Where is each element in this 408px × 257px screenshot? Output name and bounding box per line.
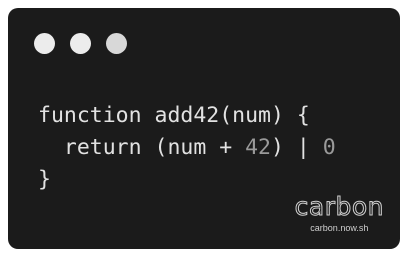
code-line-2-part-2: ) | [271,135,323,160]
carbon-logo: carbon [294,192,384,221]
code-window: function add42(num) { return (num + 42) … [8,8,400,249]
window-dot-1-icon [34,33,55,54]
window-dot-2-icon [70,33,91,54]
code-block: function add42(num) { return (num + 42) … [38,100,336,196]
code-line-1: function add42(num) { [38,103,310,128]
code-line-3: } [38,167,51,192]
code-line-2: return (num + 42) | 0 [38,135,336,160]
carbon-url: carbon.now.sh [310,223,369,233]
code-line-2-part-1: return (num + [38,135,246,160]
window-dot-3-icon [106,33,127,54]
carbon-watermark: carbon carbon.now.sh [294,192,384,234]
window-controls [34,33,127,54]
number-literal-0: 0 [322,135,336,160]
number-literal-42: 42 [245,135,271,160]
